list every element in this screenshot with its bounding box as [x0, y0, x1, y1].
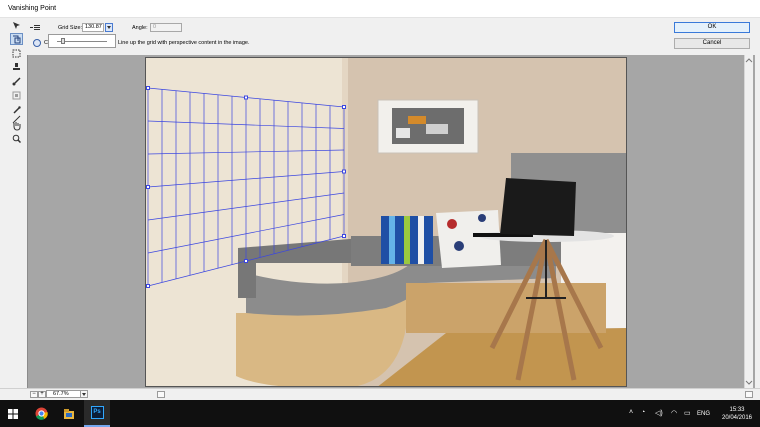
clock-date: 20/04/2016 — [721, 415, 753, 421]
vertical-scrollbar[interactable] — [744, 55, 753, 388]
start-icon[interactable] — [0, 400, 26, 427]
photoshop-icon-label: Ps — [90, 406, 104, 419]
grid-handle[interactable] — [342, 169, 346, 174]
grid-handle[interactable] — [342, 234, 346, 238]
network-icon[interactable]: ◔ — [641, 409, 645, 416]
perspective-grid[interactable] — [146, 58, 627, 387]
grid-size-field[interactable]: 130.87 — [82, 23, 104, 32]
action-center-icon[interactable]: ▭ — [684, 409, 691, 417]
show-hidden-icons-icon[interactable]: ˄ — [629, 409, 633, 416]
toolbox — [8, 17, 25, 147]
language-indicator[interactable]: ENG — [697, 411, 710, 417]
cancel-button[interactable]: Cancel — [674, 38, 750, 49]
room-photo[interactable] — [145, 57, 627, 387]
grid-size-dropdown-button[interactable] — [105, 23, 113, 32]
zoom-tool-icon[interactable] — [10, 132, 23, 144]
ok-button[interactable]: OK — [674, 22, 750, 33]
angle-label: Angle: — [132, 25, 148, 31]
slider-thumb[interactable] — [61, 38, 65, 44]
tip-text: Line up the grid with perspective conten… — [118, 40, 250, 46]
grid-handle[interactable] — [146, 185, 150, 189]
grid-size-label: Grid Size: — [58, 25, 83, 31]
wifi-icon[interactable]: ◠ — [671, 409, 677, 417]
grid-handle[interactable] — [146, 284, 150, 288]
photoshop-icon[interactable]: Ps — [84, 400, 110, 427]
scroll-left-button[interactable] — [157, 391, 165, 398]
grid-size-slider-popup[interactable] — [48, 34, 116, 48]
info-icon — [33, 39, 41, 47]
grid-handle[interactable] — [342, 105, 346, 109]
title-bar: Vanishing Point — [0, 0, 760, 18]
status-bar: − + 67.7% — [0, 388, 760, 399]
zoom-dropdown-button[interactable] — [80, 390, 88, 398]
zoom-out-button[interactable]: − — [30, 391, 38, 398]
angle-field[interactable]: 0 — [150, 23, 182, 32]
windows-taskbar: Ps ˄ ◔ ◁) ◠ ▭ ENG 15:33 20/04/2016 — [0, 400, 760, 427]
clock-time: 15:33 — [729, 407, 745, 413]
system-clock[interactable]: 15:33 20/04/2016 — [718, 406, 756, 422]
tip-prefix: C — [44, 40, 48, 46]
transform-tool-icon[interactable] — [10, 89, 23, 101]
hand-tool-icon[interactable] — [10, 120, 23, 132]
scroll-right-button[interactable] — [745, 391, 753, 398]
grid-handle[interactable] — [244, 95, 248, 100]
grid-handle[interactable] — [146, 86, 150, 90]
volume-icon[interactable]: ◁) — [655, 409, 663, 417]
settings-menu-icon[interactable] — [30, 25, 40, 31]
file-explorer-icon[interactable] — [56, 400, 82, 427]
zoom-in-button[interactable]: + — [38, 391, 46, 398]
edit-plane-tool-icon[interactable] — [10, 19, 23, 31]
create-plane-tool-icon[interactable] — [10, 33, 23, 45]
vanishing-point-dialog: Vanishing Point Grid Size: 130.87 Angle:… — [0, 0, 760, 427]
window-title: Vanishing Point — [8, 5, 57, 12]
grid-handle[interactable] — [244, 259, 248, 263]
stamp-tool-icon[interactable] — [10, 61, 23, 73]
marquee-tool-icon[interactable] — [10, 47, 23, 59]
chrome-icon[interactable] — [28, 400, 54, 427]
brush-tool-icon[interactable] — [10, 75, 23, 87]
